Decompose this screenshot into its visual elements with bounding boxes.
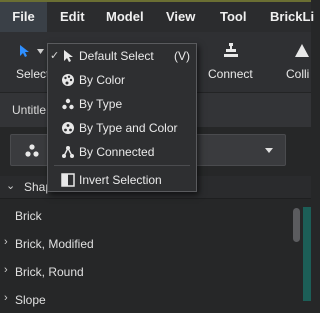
menu-edit[interactable]: Edit (60, 2, 85, 32)
connect-tool-label: Connect (208, 67, 253, 81)
menu-item-by-type-and-color[interactable]: By Type and Color (48, 116, 196, 140)
warning-icon (295, 44, 309, 57)
menu-item-by-type[interactable]: By Type (48, 92, 196, 116)
shapes-list: Brick › Brick, Modified › Brick, Round ›… (0, 200, 311, 307)
palette-icon (62, 74, 74, 86)
palette-dots-icon (62, 122, 74, 134)
shortcut-label: (V) (174, 49, 190, 63)
chevron-right-icon[interactable]: › (4, 264, 8, 276)
menu-item-label: By Connected (79, 145, 155, 159)
invert-icon (61, 173, 75, 187)
menu-item-label: By Type and Color (79, 121, 178, 135)
list-item[interactable]: › Brick, Modified (0, 231, 290, 257)
list-item-label: Brick, Modified (15, 237, 94, 251)
list-item-label: Brick (15, 209, 42, 223)
dots-triangle-icon (25, 144, 39, 157)
collision-tool-label: Colli (286, 67, 310, 81)
list-item-label: Slope (15, 293, 46, 307)
menu-item-label: By Type (79, 97, 123, 111)
select-tool-button[interactable]: Select (0, 32, 50, 92)
menu-bar: File Edit Model View Tool BrickLi (0, 0, 314, 32)
list-item[interactable]: Brick (0, 203, 290, 229)
menu-item-by-color[interactable]: By Color (48, 68, 196, 92)
menu-item-label: Invert Selection (79, 173, 162, 187)
connected-nodes-icon (62, 146, 74, 158)
cursor-icon (20, 45, 29, 57)
menu-item-label: Default Select (79, 49, 154, 63)
connect-icon (224, 43, 238, 57)
list-item[interactable]: › Brick, Round (0, 259, 290, 285)
cursor-icon (64, 50, 73, 62)
collision-tool-button[interactable]: Colli (280, 32, 311, 92)
checkmark-icon: ✓ (50, 50, 60, 62)
menu-file[interactable]: File (0, 2, 47, 32)
menu-divider (54, 165, 190, 166)
connect-tool-button[interactable]: Connect (196, 32, 266, 92)
list-item-label: Brick, Round (15, 265, 84, 279)
menu-item-invert-selection[interactable]: Invert Selection (48, 168, 196, 192)
chevron-down-icon[interactable] (37, 49, 44, 54)
menu-bricklink[interactable]: BrickLi (270, 2, 314, 32)
side-panel-edge (303, 207, 311, 301)
menu-item-by-connected[interactable]: By Connected (48, 140, 196, 164)
shapes-scrollbar[interactable] (293, 208, 300, 242)
chevron-down-icon: ⌄ (6, 180, 16, 192)
menu-item-label: By Color (79, 73, 126, 87)
select-mode-dropdown: ✓ Default Select (V) By Color By Type By… (47, 43, 197, 192)
dots-triangle-icon (62, 98, 74, 110)
chevron-down-icon (265, 148, 273, 153)
chevron-right-icon[interactable]: › (4, 292, 8, 304)
document-title[interactable]: Untitle (12, 103, 46, 117)
menu-item-default-select[interactable]: ✓ Default Select (V) (48, 44, 196, 68)
select-tool-label: Select (16, 67, 50, 81)
menu-tool[interactable]: Tool (220, 2, 246, 32)
menu-model[interactable]: Model (106, 2, 144, 32)
list-item[interactable]: › Slope (0, 287, 290, 313)
chevron-right-icon[interactable]: › (4, 236, 8, 248)
menu-view[interactable]: View (166, 2, 195, 32)
